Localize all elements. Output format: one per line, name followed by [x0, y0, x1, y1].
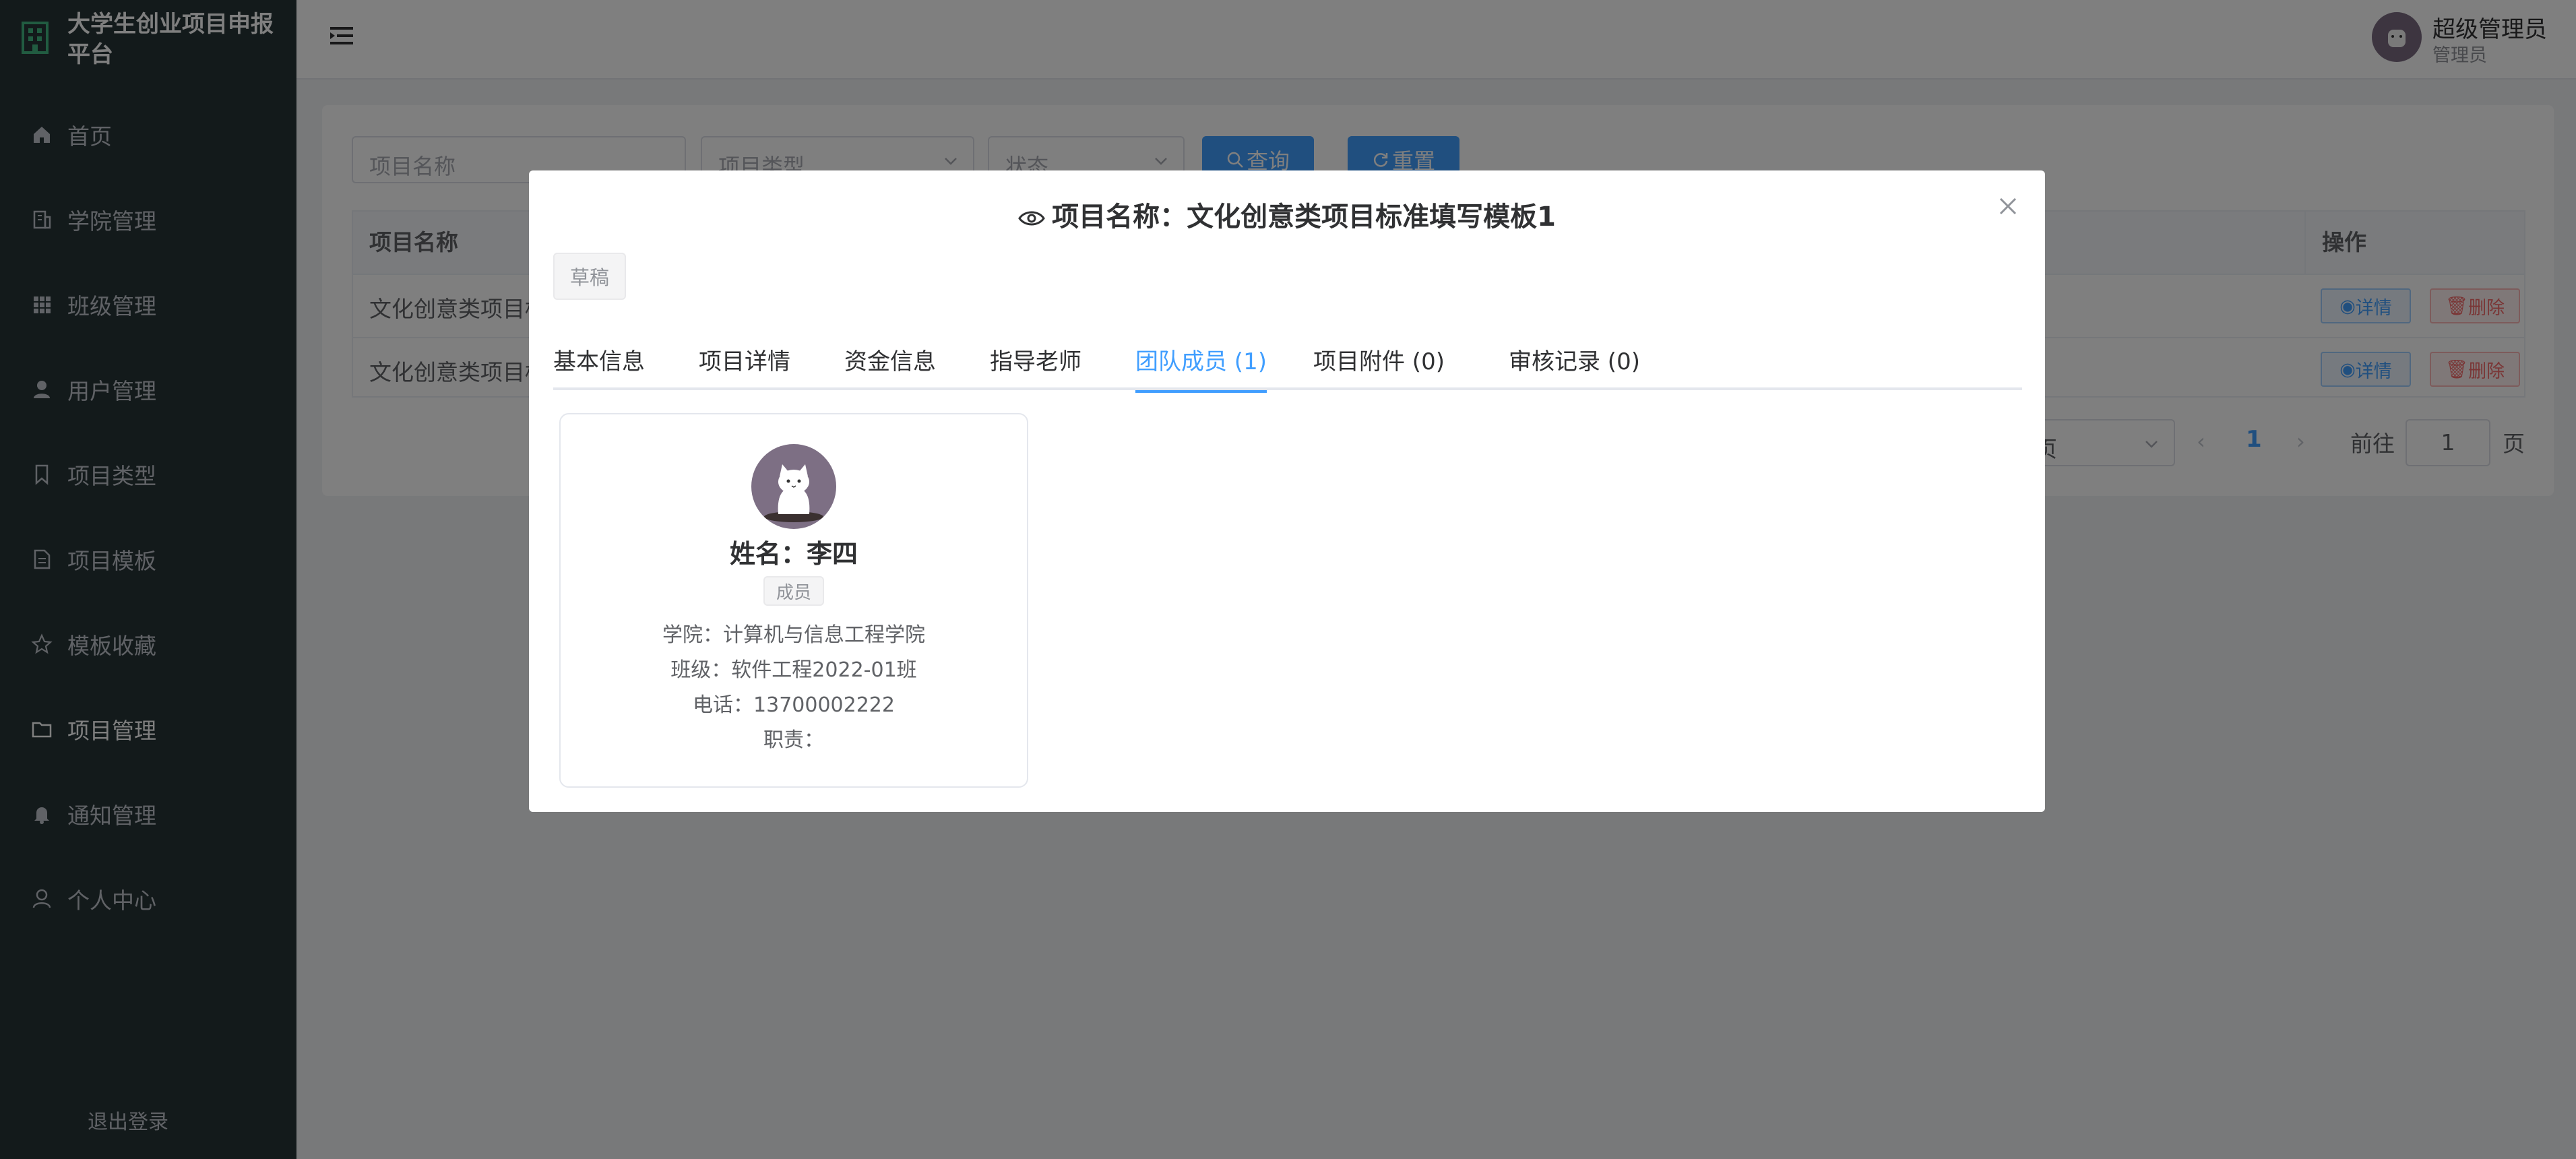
dialog-title-text: 项目名称：文化创意类项目标准填写模板1: [1052, 201, 1556, 232]
tab-project-detail[interactable]: 项目详情: [699, 343, 790, 390]
member-avatar: [751, 444, 836, 529]
detail-tabs: 基本信息 项目详情 资金信息 指导老师 团队成员 (1) 项目附件 (0) 审核…: [553, 343, 2022, 393]
member-role-badge: 成员: [763, 576, 824, 606]
member-name: 姓名：李四: [729, 539, 858, 569]
member-phone: 电话：13700002222: [693, 693, 895, 717]
tab-review-records[interactable]: 审核记录 (0): [1509, 343, 1640, 390]
tab-advisor[interactable]: 指导老师: [990, 343, 1081, 390]
close-icon[interactable]: [1997, 195, 2019, 218]
tab-team-members[interactable]: 团队成员 (1): [1135, 343, 1267, 393]
member-duty: 职责：: [763, 728, 824, 752]
member-class: 班级：软件工程2022-01班: [670, 658, 917, 682]
tab-funding[interactable]: 资金信息: [844, 343, 936, 390]
dialog-title: 项目名称：文化创意类项目标准填写模板1: [529, 195, 2045, 234]
tab-basic-info[interactable]: 基本信息: [553, 343, 645, 390]
member-college: 学院：计算机与信息工程学院: [662, 623, 925, 647]
eye-icon: [1018, 211, 1045, 226]
project-detail-dialog: 项目名称：文化创意类项目标准填写模板1 草稿 基本信息 项目详情 资金信息 指导…: [529, 170, 2045, 812]
tab-attachments[interactable]: 项目附件 (0): [1313, 343, 1445, 390]
status-badge: 草稿: [553, 253, 626, 300]
member-card: 姓名：李四 成员 学院：计算机与信息工程学院 班级：软件工程2022-01班 电…: [559, 413, 1028, 788]
